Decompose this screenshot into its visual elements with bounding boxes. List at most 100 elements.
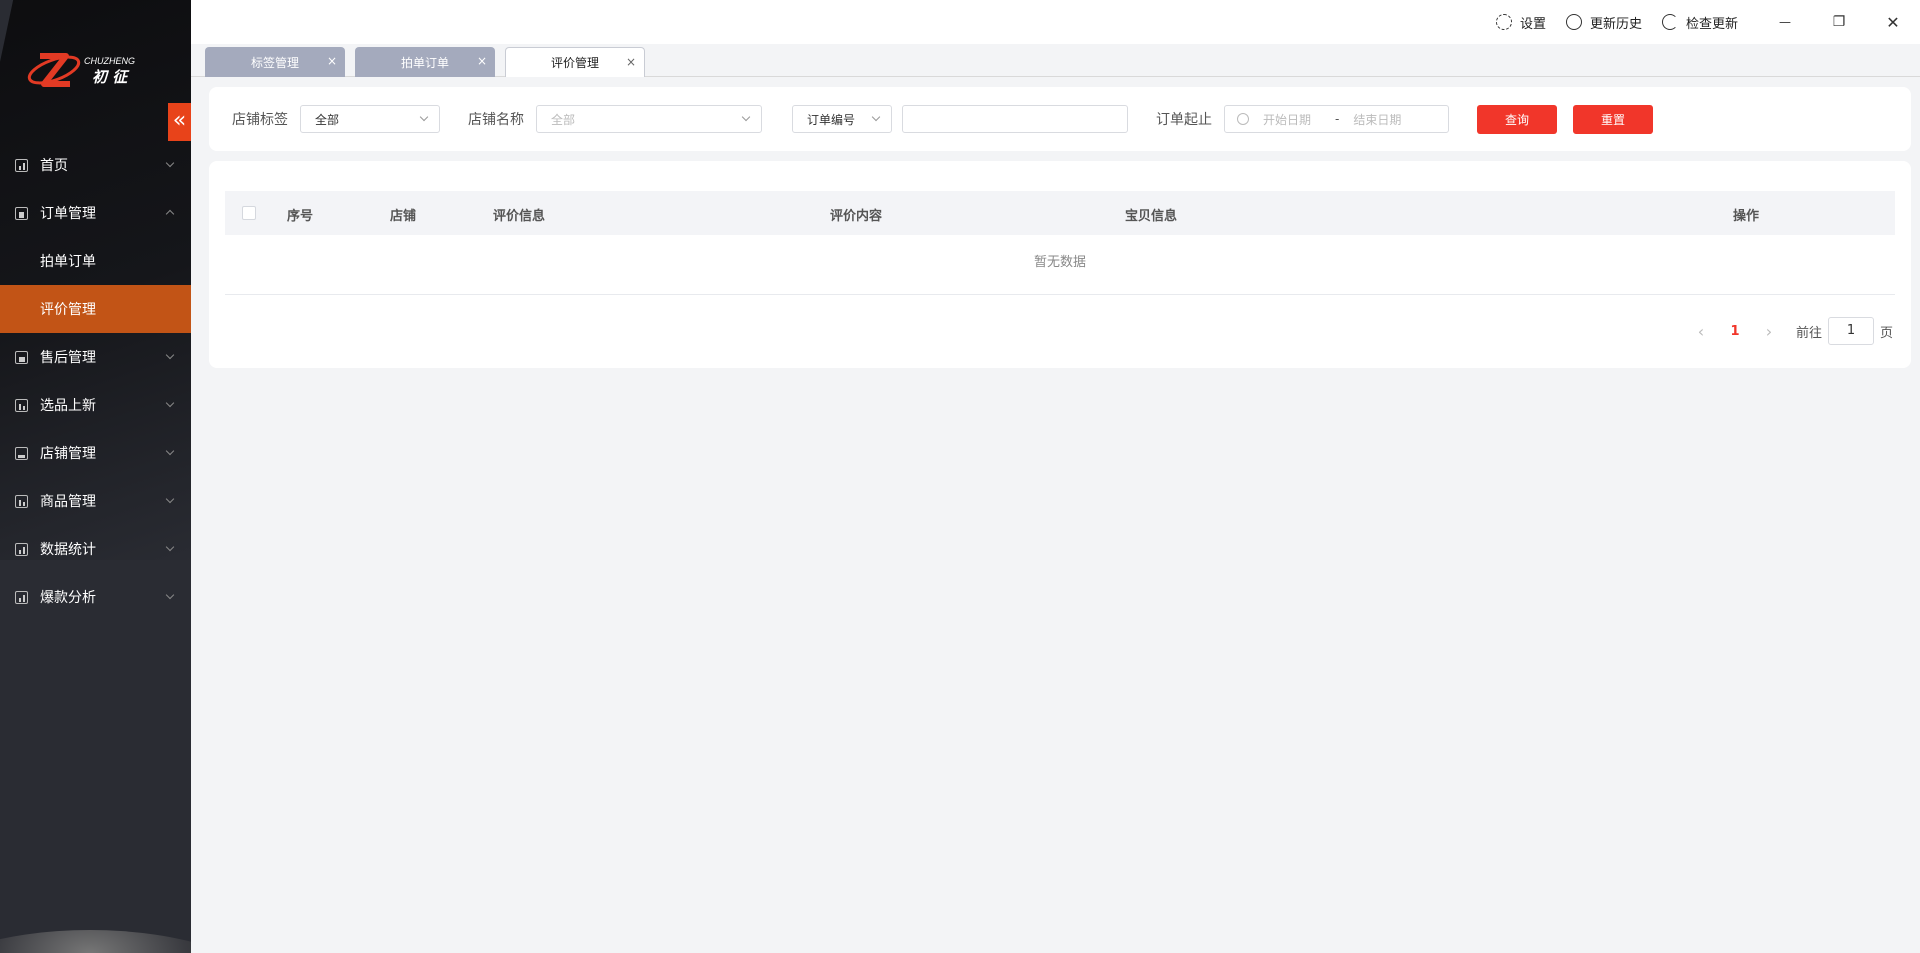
- order-range-label: 订单起止: [1156, 112, 1212, 128]
- chevron-down-icon: [741, 112, 751, 122]
- service-icon: [15, 350, 28, 364]
- sidebar-menu: 首页 订单管理 拍单订单 评价管理 售后管理 选品上新 店铺管理 商品管理 数据…: [0, 141, 191, 621]
- close-window-button[interactable]: ✕: [1866, 13, 1920, 32]
- app-logo: CHUZHENG 初 征: [27, 53, 135, 87]
- tab-label: 标签管理: [250, 55, 299, 70]
- update-history-label: 更新历史: [1589, 16, 1642, 32]
- order-number-input[interactable]: [902, 105, 1128, 133]
- gear-icon: [1495, 14, 1512, 30]
- minimize-button[interactable]: —: [1758, 15, 1812, 29]
- restore-button[interactable]: ❐: [1812, 14, 1866, 30]
- review-table-card: 序号 店铺 评价信息 评价内容 宝贝信息 操作 暂无数据 ‹ 1 › 前往 1 …: [209, 161, 1911, 368]
- window-titlebar: 设置 更新历史 检查更新 — ❐ ✕: [191, 0, 1920, 44]
- sidebar-subitem-photo-orders[interactable]: 拍单订单: [0, 237, 191, 285]
- close-icon[interactable]: ×: [477, 54, 487, 68]
- tab-tag-management[interactable]: 标签管理 ×: [205, 47, 345, 77]
- date-separator: -: [1335, 112, 1340, 126]
- chevron-down-icon: [165, 494, 175, 504]
- history-icon: [1565, 14, 1582, 30]
- shop-tag-value: 全部: [315, 112, 340, 127]
- shop-tag-label: 店铺标签: [232, 112, 288, 128]
- chevron-down-icon: [165, 590, 175, 600]
- chevron-down-icon: [165, 350, 175, 360]
- chevron-up-icon: [165, 209, 175, 219]
- store-icon: [15, 446, 28, 460]
- settings-button[interactable]: 设置: [1495, 13, 1546, 32]
- shop-name-placeholder: 全部: [551, 112, 576, 127]
- pagination: ‹ 1 › 前往 1 页: [1686, 316, 1893, 346]
- sidebar-item-orders[interactable]: 订单管理: [0, 189, 191, 237]
- sidebar-item-home[interactable]: 首页: [0, 141, 191, 189]
- clock-icon: [1237, 113, 1249, 125]
- tab-bar: 标签管理 × 拍单订单 × 评价管理 ×: [191, 44, 1920, 77]
- tab-photo-orders[interactable]: 拍单订单 ×: [355, 47, 495, 77]
- refresh-icon: [1661, 14, 1678, 30]
- sidebar: CHUZHENG 初 征 « 首页 订单管理 拍单订单 评价管理 售后管理 选品…: [0, 0, 191, 953]
- tab-label: 评价管理: [550, 56, 599, 70]
- column-header: 店铺: [390, 209, 417, 224]
- update-history-button[interactable]: 更新历史: [1565, 13, 1642, 32]
- date-range-picker[interactable]: 开始日期 - 结束日期: [1224, 105, 1449, 133]
- sidebar-item-label: 爆款分析: [40, 590, 96, 606]
- order-field-value: 订单编号: [807, 112, 856, 127]
- sidebar-item-product-selection[interactable]: 选品上新: [0, 381, 191, 429]
- sidebar-item-label: 店铺管理: [40, 446, 96, 462]
- chevron-down-icon: [165, 398, 175, 408]
- next-page-button[interactable]: ›: [1754, 322, 1784, 341]
- shop-tag-select[interactable]: 全部: [300, 105, 440, 133]
- sidebar-item-goods[interactable]: 商品管理: [0, 477, 191, 525]
- sidebar-item-label: 商品管理: [40, 494, 96, 510]
- sidebar-item-label: 售后管理: [40, 350, 96, 366]
- column-header: 序号: [287, 209, 314, 224]
- collapse-sidebar-button[interactable]: «: [168, 103, 191, 141]
- chevron-down-icon: [165, 542, 175, 552]
- empty-state-text: 暂无数据: [225, 235, 1895, 295]
- column-header: 评价信息: [493, 209, 546, 224]
- check-update-button[interactable]: 检查更新: [1661, 13, 1738, 32]
- goto-label: 前往: [1795, 325, 1822, 341]
- logo-text-cn: 初 征: [92, 68, 130, 86]
- sidebar-item-statistics[interactable]: 数据统计: [0, 525, 191, 573]
- order-field-select[interactable]: 订单编号: [792, 105, 892, 133]
- select-all-checkbox[interactable]: [242, 206, 256, 220]
- sidebar-item-label: 订单管理: [40, 206, 96, 222]
- filter-bar: 店铺标签 全部 店铺名称 全部 订单编号 订单起止 开始日期 - 结束日期 查询…: [209, 87, 1911, 151]
- settings-label: 设置: [1519, 16, 1546, 32]
- tab-review-management[interactable]: 评价管理 ×: [505, 47, 645, 77]
- sidebar-item-label: 数据统计: [40, 542, 96, 558]
- sidebar-item-stores[interactable]: 店铺管理: [0, 429, 191, 477]
- check-update-label: 检查更新: [1685, 16, 1738, 32]
- column-header: 操作: [1733, 209, 1760, 224]
- page-unit-label: 页: [1879, 325, 1893, 341]
- chart-icon: [15, 542, 28, 556]
- logo-text-en: CHUZHENG: [84, 56, 135, 66]
- sidebar-item-label: 首页: [40, 158, 68, 174]
- tab-label: 拍单订单: [400, 55, 449, 70]
- window-actions: 设置 更新历史 检查更新 — ❐ ✕: [1495, 0, 1920, 44]
- page-number-current[interactable]: 1: [1716, 324, 1754, 339]
- sidebar-item-after-sales[interactable]: 售后管理: [0, 333, 191, 381]
- close-icon[interactable]: ×: [327, 54, 337, 68]
- shop-name-label: 店铺名称: [468, 112, 524, 128]
- chevron-down-icon: [165, 158, 175, 168]
- column-header: 宝贝信息: [1125, 209, 1178, 224]
- query-button[interactable]: 查询: [1477, 104, 1557, 134]
- goto-page-input[interactable]: 1: [1827, 317, 1874, 345]
- shop-name-select[interactable]: 全部: [536, 105, 762, 133]
- sidebar-item-hot-analysis[interactable]: 爆款分析: [0, 573, 191, 621]
- close-icon[interactable]: ×: [626, 55, 636, 69]
- sidebar-item-label: 评价管理: [40, 302, 96, 318]
- prev-page-button[interactable]: ‹: [1686, 322, 1716, 341]
- sidebar-item-label: 拍单订单: [40, 254, 96, 270]
- sidebar-item-label: 选品上新: [40, 398, 96, 414]
- reset-button[interactable]: 重置: [1573, 104, 1653, 134]
- goods-icon: [15, 494, 28, 508]
- table-header: 序号 店铺 评价信息 评价内容 宝贝信息 操作: [225, 191, 1895, 235]
- chart-icon: [15, 158, 28, 172]
- start-date-placeholder[interactable]: 开始日期: [1263, 111, 1327, 128]
- chevron-down-icon: [165, 446, 175, 456]
- sidebar-subitem-reviews[interactable]: 评价管理: [0, 285, 191, 333]
- end-date-placeholder[interactable]: 结束日期: [1353, 111, 1401, 128]
- clipboard-icon: [15, 206, 28, 220]
- product-icon: [15, 398, 28, 412]
